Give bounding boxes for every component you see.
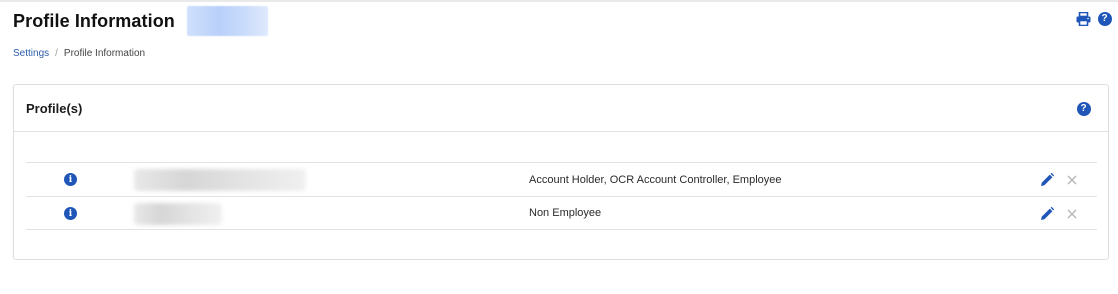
close-icon bbox=[1067, 209, 1076, 218]
redacted-profile-name bbox=[134, 169, 306, 191]
row-actions bbox=[1039, 172, 1079, 187]
profiles-table: i Account Holder, OCR Account Controller… bbox=[26, 162, 1097, 230]
info-icon[interactable]: i bbox=[64, 173, 77, 186]
page-title: Profile Information bbox=[13, 10, 175, 31]
remove-profile-button[interactable] bbox=[1064, 172, 1079, 187]
profile-roles: Account Holder, OCR Account Controller, … bbox=[529, 173, 782, 186]
header-actions: ? bbox=[1076, 11, 1112, 26]
profiles-card: Profile(s) ? i Account Holder, OCR Accou… bbox=[13, 84, 1109, 260]
profile-roles: Non Employee bbox=[529, 207, 602, 219]
remove-profile-button[interactable] bbox=[1064, 206, 1079, 221]
edit-profile-button[interactable] bbox=[1039, 172, 1054, 187]
pencil-icon bbox=[1040, 206, 1054, 220]
breadcrumb-separator: / bbox=[55, 48, 58, 59]
help-circle-icon: ? bbox=[1076, 101, 1091, 116]
card-header: Profile(s) ? bbox=[14, 85, 1108, 132]
table-row: i Non Employee bbox=[26, 196, 1097, 230]
help-button[interactable]: ? bbox=[1097, 11, 1112, 26]
redacted-user-name bbox=[186, 6, 268, 36]
row-actions bbox=[1039, 206, 1079, 221]
top-divider bbox=[0, 0, 1118, 2]
print-button[interactable] bbox=[1076, 11, 1091, 26]
table-row: i Account Holder, OCR Account Controller… bbox=[26, 162, 1097, 196]
close-icon bbox=[1067, 175, 1076, 184]
page-header: Profile Information bbox=[13, 6, 268, 36]
breadcrumb: Settings / Profile Information bbox=[13, 48, 145, 59]
edit-profile-button[interactable] bbox=[1039, 206, 1054, 221]
breadcrumb-current: Profile Information bbox=[63, 48, 146, 59]
card-title: Profile(s) bbox=[26, 100, 83, 116]
card-help-button[interactable]: ? bbox=[1076, 101, 1091, 116]
pencil-icon bbox=[1040, 172, 1054, 186]
printer-icon bbox=[1076, 11, 1091, 26]
info-icon[interactable]: i bbox=[64, 207, 77, 220]
breadcrumb-settings-link[interactable]: Settings bbox=[13, 48, 49, 59]
help-circle-icon: ? bbox=[1097, 11, 1112, 26]
redacted-profile-name bbox=[134, 203, 222, 225]
